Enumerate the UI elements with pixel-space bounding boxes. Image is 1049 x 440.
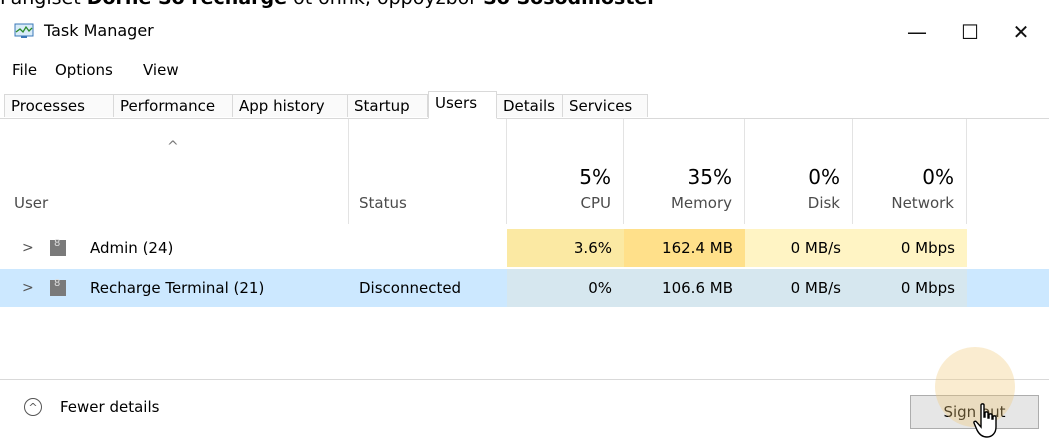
title-bar[interactable]: Task Manager — ☐ ✕ xyxy=(0,9,1049,55)
instruction-middle: ot onnk, oppoyzbor xyxy=(287,0,483,9)
column-label-user: User xyxy=(14,194,49,212)
disk-value: 0 MB/s xyxy=(745,229,853,267)
disk-total-percent: 0% xyxy=(808,165,840,189)
memory-total-percent: 35% xyxy=(687,165,732,189)
sort-up-icon: ^ xyxy=(167,139,179,155)
network-total-percent: 0% xyxy=(922,165,954,189)
menu-view[interactable]: View xyxy=(143,61,179,79)
cpu-value: 0% xyxy=(507,269,624,307)
tab-startup[interactable]: Startup xyxy=(347,94,428,117)
column-label-cpu: CPU xyxy=(580,194,612,212)
network-value: 0 Mbps xyxy=(853,229,967,267)
user-status: Disconnected xyxy=(359,279,462,297)
expand-chevron-icon[interactable]: > xyxy=(22,269,34,307)
instruction-text: Pangiset Dorhe So recharge ot onnk, oppo… xyxy=(0,0,1049,9)
menu-bar: File Options View xyxy=(0,55,1049,85)
tab-processes[interactable]: Processes xyxy=(4,94,114,117)
task-manager-icon xyxy=(14,23,34,38)
minimize-button[interactable]: — xyxy=(891,9,943,55)
table-row-recharge-terminal[interactable]: > Recharge Terminal (21) Disconnected 0%… xyxy=(0,269,1049,307)
table-row-admin[interactable]: > Admin (24) 3.6% 162.4 MB 0 MB/s 0 Mbps xyxy=(0,229,1049,267)
tab-performance[interactable]: Performance xyxy=(113,94,233,117)
user-name: Recharge Terminal (21) xyxy=(90,279,265,297)
user-name: Admin (24) xyxy=(90,239,174,257)
tab-services[interactable]: Services xyxy=(562,94,648,117)
column-header-memory[interactable]: 35% Memory xyxy=(624,119,745,224)
memory-value: 162.4 MB xyxy=(624,229,745,267)
footer-bar: ^ Fewer details Sign out xyxy=(0,379,1049,440)
cpu-total-percent: 5% xyxy=(579,165,611,189)
tab-users[interactable]: Users xyxy=(428,91,497,119)
window-title: Task Manager xyxy=(44,21,154,40)
chevron-up-circle-icon[interactable]: ^ xyxy=(24,398,42,416)
cpu-value: 3.6% xyxy=(507,229,624,267)
close-button[interactable]: ✕ xyxy=(995,9,1047,55)
menu-options[interactable]: Options xyxy=(55,61,113,79)
column-label-status: Status xyxy=(359,194,407,212)
instruction-bold-1: Dorhe So recharge xyxy=(87,0,287,9)
tab-strip: Processes Performance App history Startu… xyxy=(0,85,1049,119)
disk-value: 0 MB/s xyxy=(745,269,853,307)
expand-chevron-icon[interactable]: > xyxy=(22,229,34,267)
tab-details[interactable]: Details xyxy=(496,94,563,117)
user-icon xyxy=(50,278,66,296)
user-icon xyxy=(50,238,66,256)
instruction-bold-2: So Sosodmoster xyxy=(483,0,657,9)
fewer-details-link[interactable]: Fewer details xyxy=(60,398,159,416)
menu-file[interactable]: File xyxy=(12,61,37,79)
column-header-disk[interactable]: 0% Disk xyxy=(745,119,853,224)
maximize-button[interactable]: ☐ xyxy=(944,9,996,55)
network-value: 0 Mbps xyxy=(853,269,967,307)
task-manager-window: Task Manager — ☐ ✕ File Options View Pro… xyxy=(0,9,1049,439)
hand-cursor-icon xyxy=(973,403,997,438)
column-header-status[interactable]: Status xyxy=(349,119,507,224)
column-label-disk: Disk xyxy=(807,194,840,212)
column-header-network[interactable]: 0% Network xyxy=(853,119,967,224)
column-label-memory: Memory xyxy=(670,194,732,212)
column-header-user[interactable]: ^ User xyxy=(0,119,349,224)
column-label-network: Network xyxy=(891,194,954,212)
instruction-prefix: Pangiset xyxy=(0,0,87,9)
column-header-cpu[interactable]: 5% CPU xyxy=(507,119,624,224)
memory-value: 106.6 MB xyxy=(624,269,745,307)
users-table: ^ User Status 5% CPU 35% Memory 0% Disk … xyxy=(0,119,1049,379)
tab-app-history[interactable]: App history xyxy=(232,94,348,117)
